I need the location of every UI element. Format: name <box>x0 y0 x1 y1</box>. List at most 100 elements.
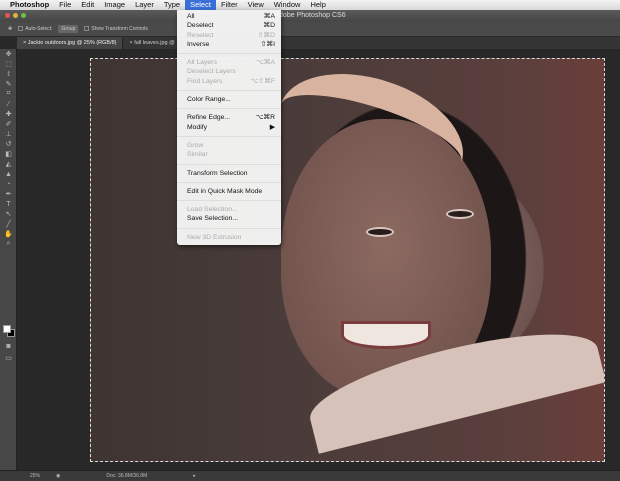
menu-select[interactable]: Select <box>185 0 216 10</box>
menu-separator <box>177 53 281 55</box>
eraser-tool-icon[interactable]: ◧ <box>0 149 17 159</box>
move-tool-icon[interactable]: ✥ <box>0 49 17 59</box>
menu-item-deselect[interactable]: Deselect ⌘D <box>177 21 281 30</box>
menu-item-new-3d-extrusion: New 3D Extrusion <box>177 233 281 242</box>
history-brush-tool-icon[interactable]: ↺ <box>0 139 17 149</box>
auto-select-checkbox[interactable]: Auto-Select: <box>18 26 52 32</box>
zoom-tool-icon[interactable]: ⌕ <box>0 239 17 249</box>
menu-separator <box>177 108 281 110</box>
path-select-tool-icon[interactable]: ↖ <box>0 209 17 219</box>
zoom-window-button[interactable] <box>21 13 26 18</box>
menu-item-color-range[interactable]: Color Range... <box>177 95 281 104</box>
marquee-tool-icon[interactable]: ⬚ <box>0 59 17 69</box>
menu-item-save-selection[interactable]: Save Selection... <box>177 214 281 223</box>
menu-separator <box>177 200 281 202</box>
menu-item-label: Find Layers <box>187 77 223 85</box>
window-title: Adobe Photoshop CS6 <box>274 12 346 19</box>
menu-separator <box>177 227 281 229</box>
menu-item-label: Refine Edge... <box>187 114 231 122</box>
menu-item-shortcut: ⌥⇧⌘F <box>250 77 275 85</box>
document-tabs: × Jackie outdoors.jpg @ 25% (RGB/8) × fa… <box>17 37 620 49</box>
menu-item-load-selection: Load Selection... <box>177 205 281 214</box>
menu-item-edit-in-quick-mask-mode[interactable]: Edit in Quick Mask Mode <box>177 187 281 196</box>
tools-panel: ✥ ⬚ ℓ ✎ ⌗ ⁄ ✚ ✐ ⊥ ↺ ◧ ◭ ▲ ◔ ✒ T ↖ ╱ ✋ ⌕ … <box>0 49 17 470</box>
menu-item-deselect-layers: Deselect Layers <box>177 67 281 76</box>
blur-tool-icon[interactable]: ▲ <box>0 169 17 179</box>
menu-item-shortcut: ⌘D <box>263 22 275 30</box>
menu-item-shortcut: ⇧⌘I <box>260 40 275 48</box>
move-tool-icon[interactable]: ✥ <box>8 26 12 32</box>
hand-tool-icon[interactable]: ✋ <box>0 229 17 239</box>
paint-bucket-tool-icon[interactable]: ◭ <box>0 159 17 169</box>
zoom-level[interactable]: 25% <box>30 473 40 479</box>
menu-item-modify[interactable]: Modify ▶ <box>177 123 281 132</box>
menu-item-label: New 3D Extrusion <box>187 233 242 241</box>
title-bar: Adobe Photoshop CS6 <box>0 10 620 22</box>
menu-separator <box>177 135 281 137</box>
menu-item-shortcut: ⌥⌘R <box>255 114 275 122</box>
clone-stamp-tool-icon[interactable]: ⊥ <box>0 129 17 139</box>
menu-item-shortcut: ▶ <box>269 123 275 131</box>
menu-item-label: Save Selection... <box>187 215 239 223</box>
shape-tool-icon[interactable]: ╱ <box>0 219 17 229</box>
brush-tool-icon[interactable]: ✐ <box>0 119 17 129</box>
menu-type[interactable]: Type <box>159 0 185 10</box>
healing-brush-tool-icon[interactable]: ✚ <box>0 109 17 119</box>
menu-photoshop[interactable]: Photoshop <box>0 0 54 10</box>
status-info-icon[interactable]: ◉ <box>56 473 60 479</box>
close-window-button[interactable] <box>5 13 10 18</box>
menu-item-transform-selection[interactable]: Transform Selection <box>177 169 281 178</box>
pen-tool-icon[interactable]: ✒ <box>0 189 17 199</box>
tab-fall-leaves[interactable]: × fall leaves.jpg @ <box>123 37 182 49</box>
type-tool-icon[interactable]: T <box>0 199 17 209</box>
menu-layer[interactable]: Layer <box>130 0 159 10</box>
select-menu-dropdown: All ⌘A Deselect ⌘D Reselect ⇧⌘D Inverse ⇧⌘I All … <box>177 10 281 246</box>
menu-view[interactable]: View <box>243 0 269 10</box>
menu-item-label: Reselect <box>187 31 214 39</box>
menu-item-all[interactable]: All ⌘A <box>177 12 281 21</box>
lasso-tool-icon[interactable]: ℓ <box>0 69 17 79</box>
menu-item-label: Color Range... <box>187 96 231 104</box>
document-image[interactable] <box>90 58 605 462</box>
tab-close-icon[interactable]: × <box>23 40 26 46</box>
eyedropper-tool-icon[interactable]: ⁄ <box>0 99 17 109</box>
menu-item-shortcut: ⌥⌘A <box>255 59 275 67</box>
menu-image[interactable]: Image <box>99 0 130 10</box>
menu-item-label: Similar <box>187 151 208 159</box>
menu-window[interactable]: Window <box>269 0 306 10</box>
menu-item-all-layers: All Layers ⌥⌘A <box>177 58 281 67</box>
menu-separator <box>177 163 281 165</box>
menu-item-label: All Layers <box>187 59 217 67</box>
show-transform-label: Show Transform Controls <box>91 26 148 32</box>
menu-file[interactable]: File <box>54 0 76 10</box>
menu-item-label: Edit in Quick Mask Mode <box>187 187 263 195</box>
tab-jackie-outdoors[interactable]: × Jackie outdoors.jpg @ 25% (RGB/8) <box>17 37 124 49</box>
menu-edit[interactable]: Edit <box>76 0 99 10</box>
menu-item-label: Load Selection... <box>187 206 238 214</box>
menu-item-refine-edge[interactable]: Refine Edge... ⌥⌘R <box>177 113 281 122</box>
menu-help[interactable]: Help <box>305 0 330 10</box>
menu-item-label: Transform Selection <box>187 169 248 177</box>
auto-select-label: Auto-Select: <box>25 26 53 32</box>
foreground-color-swatch[interactable] <box>3 325 11 333</box>
dodge-tool-icon[interactable]: ◔ <box>0 179 17 189</box>
group-select[interactable]: Group <box>58 25 79 33</box>
quick-mask-icon[interactable]: ◙ <box>0 341 17 351</box>
show-transform-checkbox[interactable]: Show Transform Controls <box>84 26 148 32</box>
menu-item-label: Deselect Layers <box>187 68 236 76</box>
quick-select-tool-icon[interactable]: ✎ <box>0 79 17 89</box>
doc-size: Doc: 36.8M/36.8M <box>106 473 148 479</box>
menu-item-reselect: Reselect ⇧⌘D <box>177 31 281 40</box>
status-menu-arrow-icon[interactable]: ▸ <box>193 473 196 479</box>
menu-separator <box>177 181 281 183</box>
screen-mode-icon[interactable]: ▭ <box>0 353 17 363</box>
crop-tool-icon[interactable]: ⌗ <box>0 89 17 99</box>
menu-filter[interactable]: Filter <box>216 0 243 10</box>
tab-close-icon[interactable]: × <box>129 40 132 46</box>
menu-item-label: Inverse <box>187 40 210 48</box>
menu-item-shortcut: ⌘A <box>263 13 275 20</box>
menu-item-inverse[interactable]: Inverse ⇧⌘I <box>177 40 281 49</box>
menu-bar: Photoshop File Edit Image Layer Type Sel… <box>0 0 620 10</box>
minimize-window-button[interactable] <box>13 13 18 18</box>
menu-item-label: Modify <box>187 123 208 131</box>
